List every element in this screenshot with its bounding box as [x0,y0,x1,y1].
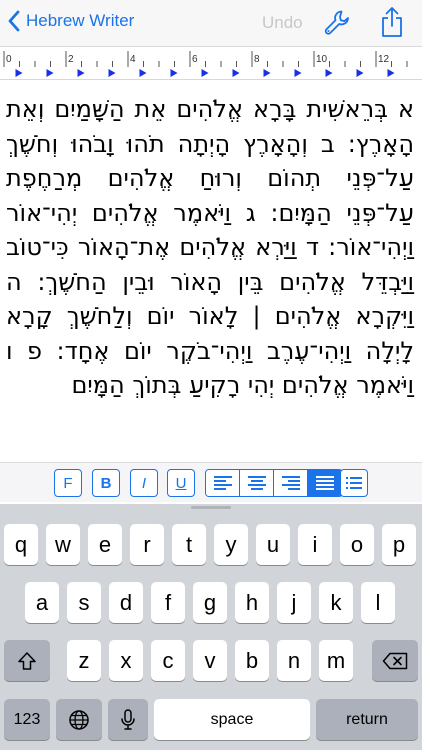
ruler-label: 4 [130,54,136,65]
ruler-tab-marker[interactable] [77,69,85,77]
key-a[interactable]: a [25,582,59,623]
key-f[interactable]: f [151,582,185,623]
ruler-tab-marker[interactable] [139,69,147,77]
key-i[interactable]: i [298,524,332,565]
ruler-label: 8 [254,54,260,65]
key-t[interactable]: t [172,524,206,565]
key-x[interactable]: x [109,640,143,681]
hebrew-text[interactable]: א בְּרֵאשִׁית בָּרָא אֱלֹהִים אֵת הַשָּׁ… [6,92,414,403]
alignment-group [205,469,343,497]
ruler-tab-marker[interactable] [15,69,23,77]
key-m[interactable]: m [319,640,353,681]
text-editor[interactable]: א בְּרֵאשִׁית בָּרָא אֱלֹהִים אֵת הַשָּׁ… [0,82,422,462]
ruler-tab-marker[interactable] [263,69,271,77]
ruler-tab-marker[interactable] [108,69,116,77]
key-b[interactable]: b [235,640,269,681]
key-o[interactable]: o [340,524,374,565]
align-center-icon [247,476,266,490]
list-button[interactable] [340,469,368,497]
key-d[interactable]: d [109,582,143,623]
delete-key[interactable] [372,640,418,681]
key-j[interactable]: j [277,582,311,623]
numbers-key[interactable]: 123 [4,699,50,740]
dictation-key[interactable] [108,699,148,740]
wrench-icon [324,10,349,35]
bold-button[interactable]: B [92,469,120,497]
ruler-tab-marker[interactable] [201,69,209,77]
ruler-label: 2 [68,54,74,65]
key-q[interactable]: q [4,524,38,565]
key-z[interactable]: z [67,640,101,681]
share-button[interactable] [380,6,404,42]
back-button-label: Hebrew Writer [26,11,135,30]
ruler-tab-marker[interactable] [356,69,364,77]
ruler-label: 10 [316,54,328,65]
ruler-tab-marker[interactable] [46,69,54,77]
key-y[interactable]: y [214,524,248,565]
globe-key[interactable] [56,699,102,740]
navigation-bar: Hebrew Writer Undo [0,0,422,46]
italic-button[interactable]: I [130,469,158,497]
backspace-icon [382,652,408,669]
align-right-button[interactable] [274,470,308,496]
shift-icon [18,651,36,670]
font-button[interactable]: F [54,469,82,497]
key-l[interactable]: l [361,582,395,623]
keyboard: q w e r t y u i o p a s d f g h j k l z … [0,504,422,750]
list-icon [346,477,362,489]
microphone-icon [121,708,135,730]
ruler[interactable]: 0 2 4 6 8 10 12 [0,46,422,80]
undo-button[interactable]: Undo [262,13,303,33]
ruler-tab-marker[interactable] [232,69,240,77]
underline-button[interactable]: U [167,469,195,497]
return-key[interactable]: return [316,699,418,740]
globe-icon [69,709,89,730]
key-p[interactable]: p [382,524,416,565]
key-u[interactable]: u [256,524,290,565]
key-e[interactable]: e [88,524,122,565]
align-center-button[interactable] [240,470,274,496]
ruler-tab-marker[interactable] [387,69,395,77]
align-right-icon [281,476,300,490]
key-g[interactable]: g [193,582,227,623]
key-r[interactable]: r [130,524,164,565]
key-n[interactable]: n [277,640,311,681]
ruler-tab-marker[interactable] [325,69,333,77]
settings-button[interactable] [322,8,352,42]
key-v[interactable]: v [193,640,227,681]
ruler-label: 6 [192,54,198,65]
chevron-left-icon [8,10,20,32]
key-s[interactable]: s [67,582,101,623]
align-justify-button[interactable] [308,470,342,496]
shift-key[interactable] [4,640,50,681]
ruler-tab-marker[interactable] [170,69,178,77]
key-w[interactable]: w [46,524,80,565]
ruler-tab-marker[interactable] [294,69,302,77]
key-c[interactable]: c [151,640,185,681]
ruler-label: 12 [378,54,390,65]
align-left-button[interactable] [206,470,240,496]
key-h[interactable]: h [235,582,269,623]
share-icon [382,7,402,37]
ruler-scale: 0 2 4 6 8 10 12 [3,51,408,77]
keyboard-handle [191,506,231,509]
format-toolbar: F B I U [0,462,422,502]
ruler-label: 0 [6,54,12,65]
space-key[interactable]: space [154,699,310,740]
key-k[interactable]: k [319,582,353,623]
align-left-icon [213,476,232,490]
back-button[interactable]: Hebrew Writer [8,10,134,32]
align-justify-icon [316,476,334,490]
